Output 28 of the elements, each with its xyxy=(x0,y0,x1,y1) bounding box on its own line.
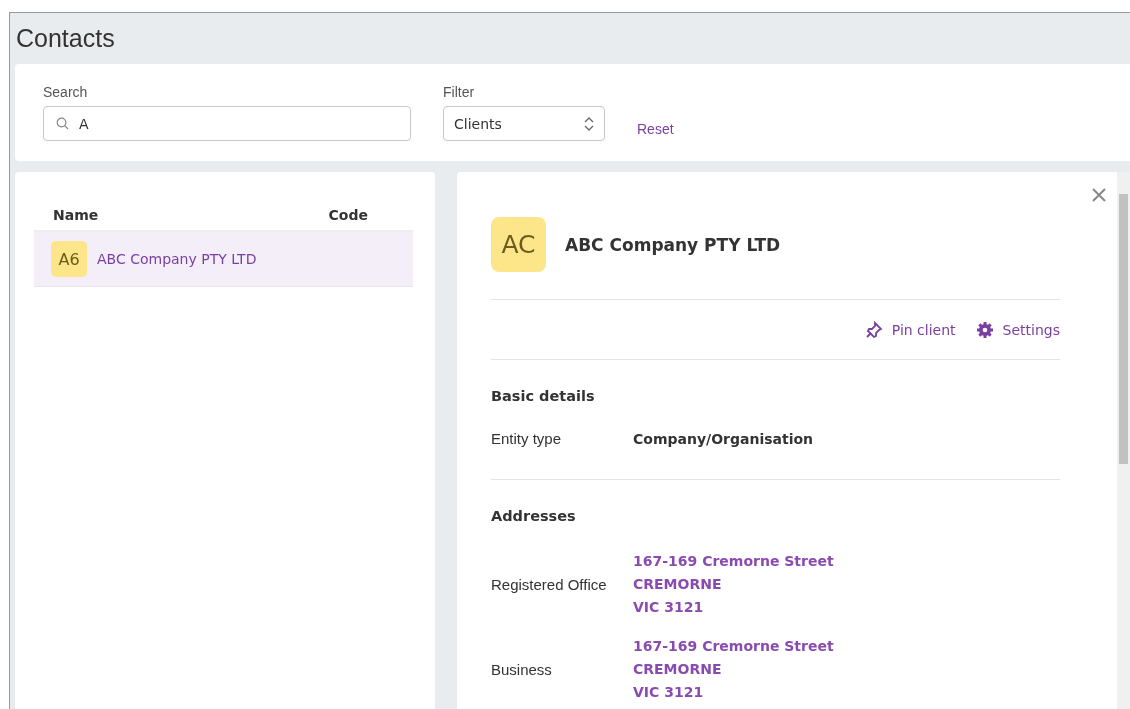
filter-select[interactable]: Clients xyxy=(443,106,605,141)
settings-button[interactable]: Settings xyxy=(975,320,1060,339)
field-label: Registered Office xyxy=(491,576,608,593)
field-label: Search xyxy=(43,84,89,100)
reset-link[interactable]: Reset xyxy=(637,121,674,141)
column-header: Code xyxy=(328,207,368,223)
field-value: Company/Organisation xyxy=(633,430,815,447)
field-label: Filter xyxy=(443,84,476,100)
avatar: A6 xyxy=(51,241,87,277)
pin-icon xyxy=(864,320,883,339)
section-heading: Basic details xyxy=(491,388,596,404)
pin-button[interactable]: Pin client xyxy=(864,320,956,339)
scrollbar[interactable] xyxy=(1117,172,1130,709)
contact-name: ABC Company PTY LTD xyxy=(97,251,257,267)
field-label: Entity type xyxy=(491,430,563,447)
address-link[interactable]: 167-169 Cremorne Street CREMORNE VIC 3121 xyxy=(633,635,1060,704)
client-name: ABC Company PTY LTD xyxy=(565,234,781,255)
address-link[interactable]: 167-169 Cremorne Street CREMORNE VIC 3121 xyxy=(633,550,1060,619)
close-icon[interactable] xyxy=(1092,188,1106,202)
search-icon xyxy=(56,117,69,130)
field-label: Business xyxy=(491,661,553,678)
page-title: Contacts xyxy=(16,23,116,53)
chevron-icon xyxy=(584,115,594,132)
section-heading: Addresses xyxy=(491,508,577,524)
column-header: Name xyxy=(53,207,99,223)
contact-row[interactable]: A6 ABC Company PTY LTD xyxy=(34,232,413,287)
avatar: AC xyxy=(491,217,546,272)
search-field[interactable]: A xyxy=(43,106,411,141)
